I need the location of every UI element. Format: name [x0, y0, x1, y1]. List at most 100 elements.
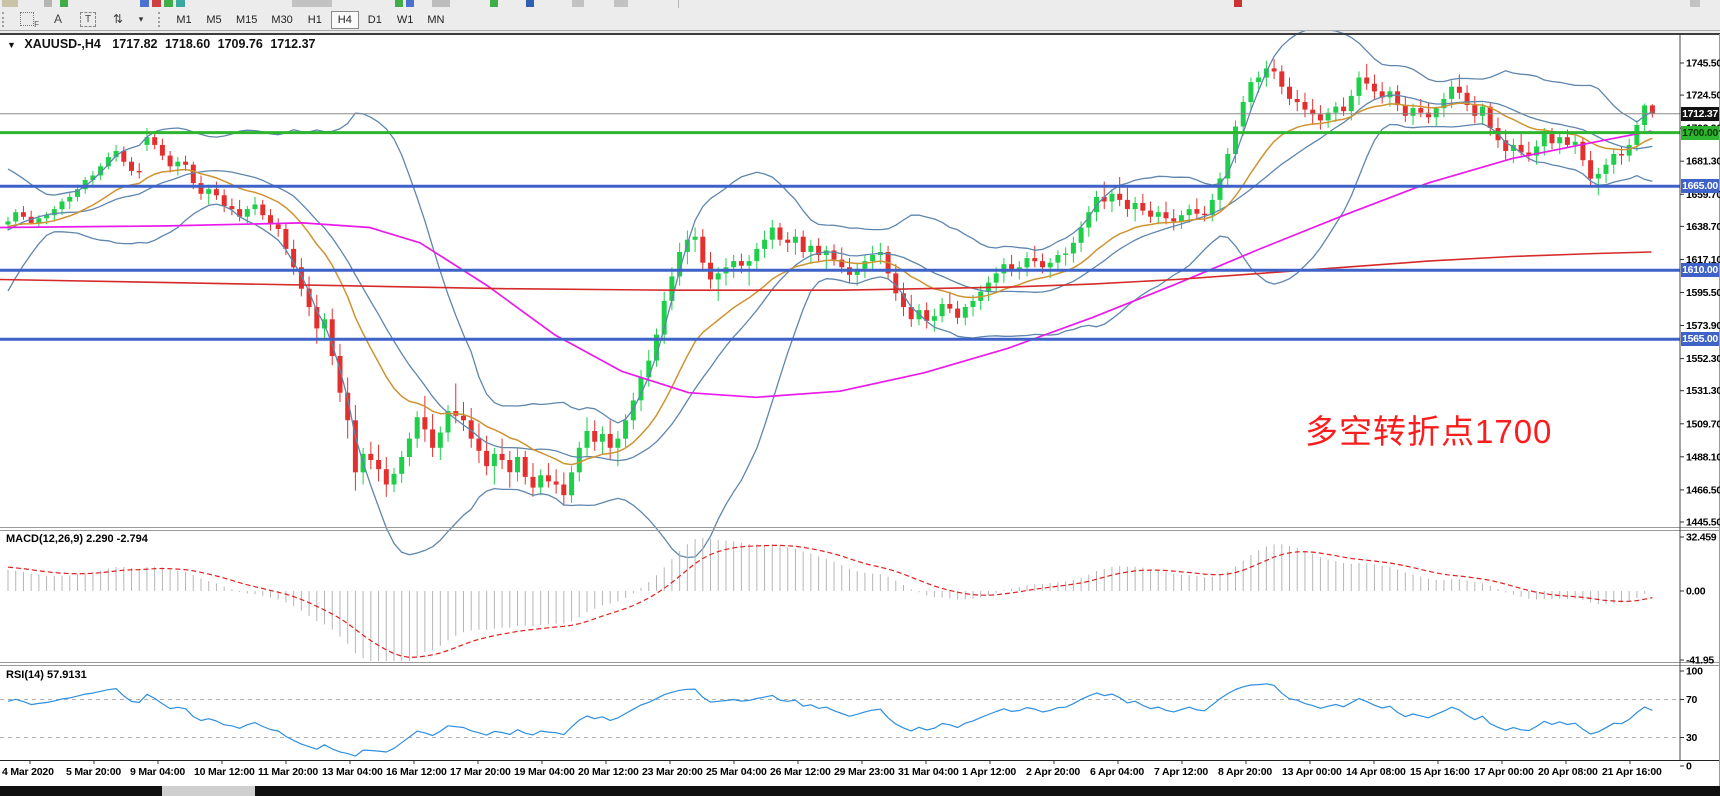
toolbar-panel-edge: [678, 0, 679, 8]
clipped-icon: [164, 0, 173, 7]
rsi-axis-tick: 0: [1686, 761, 1692, 773]
clipped-icon: [152, 0, 161, 7]
time-axis-label: 25 Mar 04:00: [706, 766, 767, 778]
timeframe-button-m15[interactable]: M15: [230, 11, 263, 29]
ohlc-low: 1709.76: [218, 37, 263, 51]
rsi-indicator-label: RSI(14) 57.9131: [6, 669, 87, 681]
time-axis-label: 4 Mar 2020: [2, 766, 54, 778]
timeframe-button-m30[interactable]: M30: [265, 11, 298, 29]
time-axis-label: 31 Mar 04:00: [898, 766, 959, 778]
time-axis-label: 10 Mar 12:00: [194, 766, 255, 778]
price-axis-tick: 1745.50: [1686, 58, 1720, 70]
clipped-icon: [526, 0, 534, 7]
clipped-icon: [2, 0, 18, 7]
clipped-icon: [44, 0, 52, 7]
clipped-icon: [1690, 0, 1700, 7]
price-badge-1665.00: 1665.00: [1681, 179, 1719, 193]
time-axis-label: 14 Apr 08:00: [1346, 766, 1406, 778]
price-badge-1700.00: 1700.00: [1681, 126, 1719, 140]
time-axis-label: 9 Mar 04:00: [130, 766, 185, 778]
rsi-axis-tick: 70: [1686, 694, 1698, 706]
clipped-icon: [490, 0, 498, 7]
time-axis-label: 20 Mar 12:00: [578, 766, 639, 778]
ohlc-close: 1712.37: [270, 37, 315, 51]
text-box-tool-icon[interactable]: T: [76, 10, 100, 28]
chart-annotation-text: 多空转折点1700: [1305, 405, 1552, 453]
time-axis-label: 16 Mar 12:00: [386, 766, 447, 778]
time-axis-label: 20 Apr 08:00: [1538, 766, 1598, 778]
time-axis-label: 13 Apr 00:00: [1282, 766, 1342, 778]
time-axis-label: 5 Mar 20:00: [66, 766, 121, 778]
price-badge-1712.37: 1712.37: [1681, 107, 1719, 121]
price-axis-tick: 1595.50: [1686, 287, 1720, 299]
clipped-icon: [395, 0, 403, 7]
timeframe-button-w1[interactable]: W1: [391, 11, 420, 29]
clipped-icon: [176, 0, 185, 7]
price-axis-tick: 1445.50: [1686, 517, 1720, 529]
clipped-icon: [614, 0, 628, 7]
tools-dropdown-icon[interactable]: ▾: [136, 10, 146, 28]
time-axis-label: 17 Apr 00:00: [1474, 766, 1534, 778]
price-badge-1565.00: 1565.00: [1681, 332, 1719, 346]
macd-axis-tick: 32.459: [1686, 532, 1717, 544]
timeframe-button-mn[interactable]: MN: [421, 11, 450, 29]
window-bottom-edge: [0, 786, 1720, 796]
price-axis-tick: 1531.30: [1686, 385, 1720, 397]
price-axis-tick: 1724.50: [1686, 90, 1720, 102]
time-axis-label: 6 Apr 04:00: [1090, 766, 1144, 778]
toolbar-grip[interactable]: [158, 12, 160, 27]
clipped-icon: [1234, 0, 1242, 7]
toolbar-grip[interactable]: [2, 12, 4, 27]
timeframe-button-d1[interactable]: D1: [361, 11, 389, 29]
time-axis-label: 1 Apr 12:00: [962, 766, 1016, 778]
time-axis-label: 19 Mar 04:00: [514, 766, 575, 778]
text-label-tool-icon[interactable]: A: [46, 10, 70, 28]
time-axis-label: 29 Mar 23:00: [834, 766, 895, 778]
timeframe-button-m5[interactable]: M5: [200, 11, 228, 29]
price-axis-tick: 1552.30: [1686, 353, 1720, 365]
time-axis-label: 17 Mar 20:00: [450, 766, 511, 778]
price-axis-tick: 1573.90: [1686, 320, 1720, 332]
price-axis-tick: 1488.10: [1686, 451, 1720, 463]
ohlc-high: 1718.60: [165, 37, 210, 51]
price-axis-tick: 1681.30: [1686, 156, 1720, 168]
time-axis-label: 26 Mar 12:00: [770, 766, 831, 778]
time-axis-label: 11 Mar 20:00: [258, 766, 318, 778]
time-axis-label: 8 Apr 20:00: [1218, 766, 1272, 778]
clipped-icon: [572, 0, 584, 7]
window-bottom-edge-gap: [162, 786, 255, 796]
time-axis-label: 15 Apr 16:00: [1410, 766, 1470, 778]
timeframe-button-h1[interactable]: H1: [301, 11, 329, 29]
clipped-icon: [140, 0, 149, 7]
snap-box-tool-icon[interactable]: F: [16, 10, 40, 28]
clipped-toolbar-row: [0, 0, 1720, 8]
symbol-dropdown-caret[interactable]: ▼: [7, 40, 16, 50]
time-axis-label: 23 Mar 20:00: [642, 766, 703, 778]
rsi-axis-tick: 100: [1686, 666, 1703, 678]
clipped-icon: [292, 0, 332, 7]
macd-axis-tick: 0.00: [1686, 586, 1706, 598]
macd-indicator-label: MACD(12,26,9) 2.290 -2.794: [6, 533, 148, 545]
rsi-axis-tick: 30: [1686, 732, 1698, 744]
price-badge-1610.00: 1610.00: [1681, 263, 1719, 277]
time-axis-label: 21 Apr 16:00: [1602, 766, 1662, 778]
cursor-arrows-tool-icon[interactable]: ⇅: [106, 10, 130, 28]
ohlc-open: 1717.82: [112, 37, 157, 51]
timeframe-button-m1[interactable]: M1: [170, 11, 198, 29]
terminal-window: F A T ⇅ ▾ M1M5M15M30H1H4D1W1MN 1745.5017…: [0, 0, 1720, 796]
chart-canvas[interactable]: 1745.501724.501702.901681.301659.701638.…: [0, 0, 1720, 796]
time-axis-label: 7 Apr 12:00: [1154, 766, 1208, 778]
price-axis-tick: 1466.50: [1686, 484, 1720, 496]
chart-title: ▼ XAUUSD-,H4 1717.82 1718.60 1709.76 171…: [7, 37, 316, 51]
clipped-icon: [60, 0, 68, 7]
clipped-icon: [406, 0, 414, 7]
chart-toolbar: F A T ⇅ ▾ M1M5M15M30H1H4D1W1MN: [0, 8, 1720, 31]
clipped-icon: [432, 0, 450, 7]
timeframe-button-h4[interactable]: H4: [331, 11, 359, 29]
timeframe-button-group: M1M5M15M30H1H4D1W1MN: [169, 10, 451, 29]
price-axis-tick: 1638.70: [1686, 221, 1720, 233]
time-axis-label: 2 Apr 20:00: [1026, 766, 1080, 778]
price-axis-tick: 1509.70: [1686, 418, 1720, 430]
time-axis-label: 13 Mar 04:00: [322, 766, 383, 778]
symbol-period: XAUUSD-,H4: [24, 37, 100, 51]
